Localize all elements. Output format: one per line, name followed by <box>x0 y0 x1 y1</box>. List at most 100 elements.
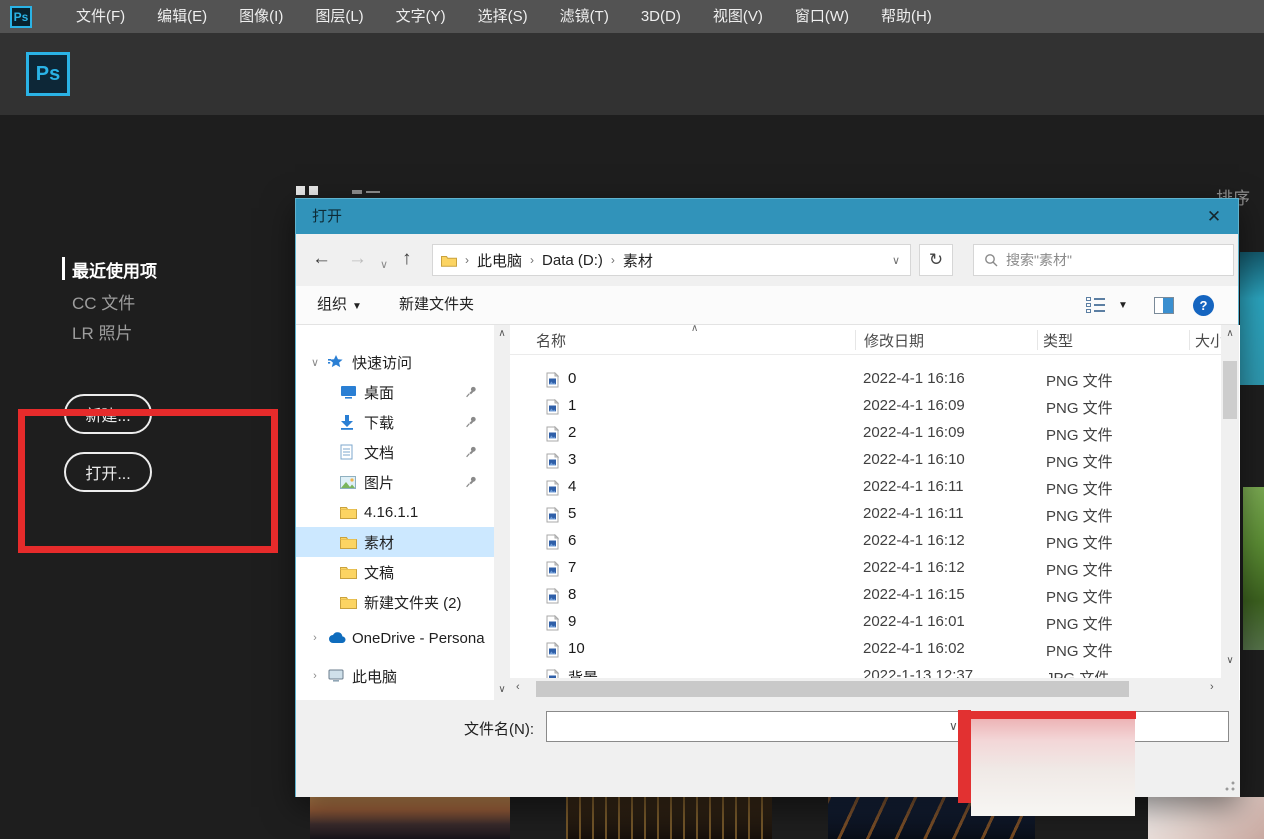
annotation-smudge <box>971 719 1135 816</box>
scroll-up-icon[interactable]: ∧ <box>1221 328 1239 339</box>
menu-item-7[interactable]: 3D(D) <box>625 0 697 33</box>
menu-item-9[interactable]: 窗口(W) <box>779 0 865 33</box>
pictures-icon <box>340 476 356 489</box>
history-chevron-down-icon[interactable]: ∨ <box>380 252 388 278</box>
back-icon[interactable]: ← <box>312 246 331 272</box>
filename-label: 文件名(N): <box>464 718 534 739</box>
grid-view-icon[interactable] <box>309 186 318 195</box>
file-name: 6 <box>568 532 576 549</box>
menu-item-1[interactable]: 编辑(E) <box>141 0 223 33</box>
file-row[interactable]: 92022-4-1 16:01PNG 文件 <box>510 610 1221 637</box>
file-name: 10 <box>568 640 585 657</box>
refresh-icon[interactable]: ↻ <box>919 244 953 276</box>
file-row[interactable]: 22022-4-1 16:09PNG 文件 <box>510 421 1221 448</box>
scroll-right-icon[interactable]: › <box>1210 681 1214 693</box>
tree-item-desktop[interactable]: 桌面 <box>296 377 494 407</box>
tree-item-onedrive[interactable]: ›OneDrive - Persona <box>296 623 494 653</box>
tree-item-manuscripts[interactable]: 文稿 <box>296 557 494 587</box>
breadcrumb-item-1[interactable]: Data (D:) <box>542 252 603 269</box>
file-row[interactable]: 12022-4-1 16:09PNG 文件 <box>510 394 1221 421</box>
folder-icon <box>340 565 357 579</box>
menu-item-5[interactable]: 选择(S) <box>462 0 544 33</box>
menu-items: 文件(F)编辑(E)图像(I)图层(L)文字(Y)选择(S)滤镜(T)3D(D)… <box>60 0 948 33</box>
file-row[interactable]: 02022-4-1 16:16PNG 文件 <box>510 367 1221 394</box>
horizontal-scrollbar[interactable]: ‹ › <box>510 678 1239 700</box>
column-date[interactable]: 修改日期 <box>864 330 924 351</box>
menu-item-4[interactable]: 文字(Y) <box>380 0 462 33</box>
tree-item-downloads[interactable]: 下载 <box>296 407 494 437</box>
file-row[interactable]: 42022-4-1 16:11PNG 文件 <box>510 475 1221 502</box>
scrollbar-thumb[interactable] <box>1223 361 1237 419</box>
tree-item-new-folder-2[interactable]: 新建文件夹 (2) <box>296 587 494 617</box>
resize-grip[interactable] <box>1225 781 1235 791</box>
scrollbar-thumb[interactable] <box>536 681 1129 697</box>
scroll-down-icon[interactable]: ∨ <box>1221 655 1239 666</box>
dialog-titlebar[interactable]: 打开 ✕ <box>296 199 1238 234</box>
file-row[interactable]: 32022-4-1 16:10PNG 文件 <box>510 448 1221 475</box>
chevron-down-icon[interactable]: ∨ <box>308 356 322 369</box>
column-type[interactable]: 类型 <box>1043 330 1073 351</box>
list-scrollbar[interactable]: ∧ ∨ <box>1221 325 1239 678</box>
view-chevron-down-icon[interactable]: ▼ <box>1118 300 1128 311</box>
breadcrumb-item-0[interactable]: 此电脑 <box>477 250 522 271</box>
preview-pane-icon[interactable] <box>1154 297 1174 314</box>
forward-icon[interactable]: → <box>348 246 367 272</box>
breadcrumb-chevron-icon: › <box>522 253 542 267</box>
search-placeholder: 搜索"素材" <box>1006 250 1072 270</box>
filename-input[interactable] <box>549 714 939 739</box>
combo-chevron-down-icon[interactable]: ∨ <box>949 719 958 733</box>
file-row[interactable]: 72022-4-1 16:12PNG 文件 <box>510 556 1221 583</box>
file-row[interactable]: 52022-4-1 16:11PNG 文件 <box>510 502 1221 529</box>
file-date: 2022-4-1 16:09 <box>863 397 965 414</box>
sidebar-item-cc-files[interactable]: CC 文件 <box>72 289 135 314</box>
search-input[interactable]: 搜索"素材" <box>973 244 1234 276</box>
scroll-left-icon[interactable]: ‹ <box>516 681 520 693</box>
tree-item-pictures[interactable]: 图片 <box>296 467 494 497</box>
file-date: 2022-4-1 16:11 <box>863 478 964 495</box>
tree-item-folder-4-16-1-1[interactable]: 4.16.1.1 <box>296 497 494 527</box>
breadcrumb-item-2[interactable]: 素材 <box>623 250 653 271</box>
sidebar-item-lr-photos[interactable]: LR 照片 <box>72 319 132 344</box>
menu-item-2[interactable]: 图像(I) <box>223 0 299 33</box>
address-chevron-down-icon[interactable]: ∨ <box>892 254 900 267</box>
menu-item-3[interactable]: 图层(L) <box>299 0 379 33</box>
tree-item-quick-access[interactable]: ∨快速访问 <box>296 347 494 377</box>
column-divider <box>1037 330 1038 350</box>
tree-scrollbar[interactable]: ∧ ∨ <box>494 325 510 700</box>
file-type: JPG 文件 <box>1046 667 1109 678</box>
file-row[interactable]: 82022-4-1 16:15PNG 文件 <box>510 583 1221 610</box>
menu-item-0[interactable]: 文件(F) <box>60 0 141 33</box>
tree-item-label: 新建文件夹 (2) <box>364 592 462 613</box>
chevron-right-icon[interactable]: › <box>308 632 322 644</box>
help-icon[interactable]: ? <box>1193 295 1214 316</box>
chevron-right-icon[interactable]: › <box>308 670 322 682</box>
file-row[interactable]: 62022-4-1 16:12PNG 文件 <box>510 529 1221 556</box>
annotation-red-bar-vertical <box>958 710 971 803</box>
tree-item-label: 4.16.1.1 <box>364 504 418 521</box>
new-folder-button[interactable]: 新建文件夹 <box>399 286 474 324</box>
sidebar-item-recent[interactable]: 最近使用项 <box>72 257 157 282</box>
list-view-icon[interactable] <box>366 191 380 193</box>
grid-view-icon[interactable] <box>296 186 305 195</box>
dialog-title: 打开 <box>312 199 342 234</box>
folder-icon <box>340 505 357 519</box>
column-name[interactable]: 名称 <box>536 330 566 351</box>
file-row[interactable]: 102022-4-1 16:02PNG 文件 <box>510 637 1221 664</box>
tree-item-material[interactable]: 素材 <box>296 527 494 557</box>
pin-icon <box>466 445 477 462</box>
tree-item-this-pc[interactable]: ›此电脑 <box>296 661 494 691</box>
scroll-up-icon[interactable]: ∧ <box>494 328 510 339</box>
tree-item-documents[interactable]: 文档 <box>296 437 494 467</box>
breadcrumb[interactable]: ›此电脑›Data (D:)›素材 ∨ <box>432 244 911 276</box>
up-icon[interactable]: ↑ <box>402 246 412 272</box>
menu-item-6[interactable]: 滤镜(T) <box>544 0 625 33</box>
file-type: PNG 文件 <box>1046 451 1113 472</box>
menu-item-10[interactable]: 帮助(H) <box>865 0 948 33</box>
scroll-down-icon[interactable]: ∨ <box>494 684 510 695</box>
list-view-icon[interactable] <box>352 190 362 194</box>
organize-button[interactable]: 组织▼ <box>317 286 362 326</box>
file-row[interactable]: 背景2022-1-13 12:37JPG 文件 <box>510 664 1221 678</box>
close-icon[interactable]: ✕ <box>1194 199 1234 234</box>
menu-item-8[interactable]: 视图(V) <box>697 0 779 33</box>
details-view-icon[interactable] <box>1086 297 1106 314</box>
